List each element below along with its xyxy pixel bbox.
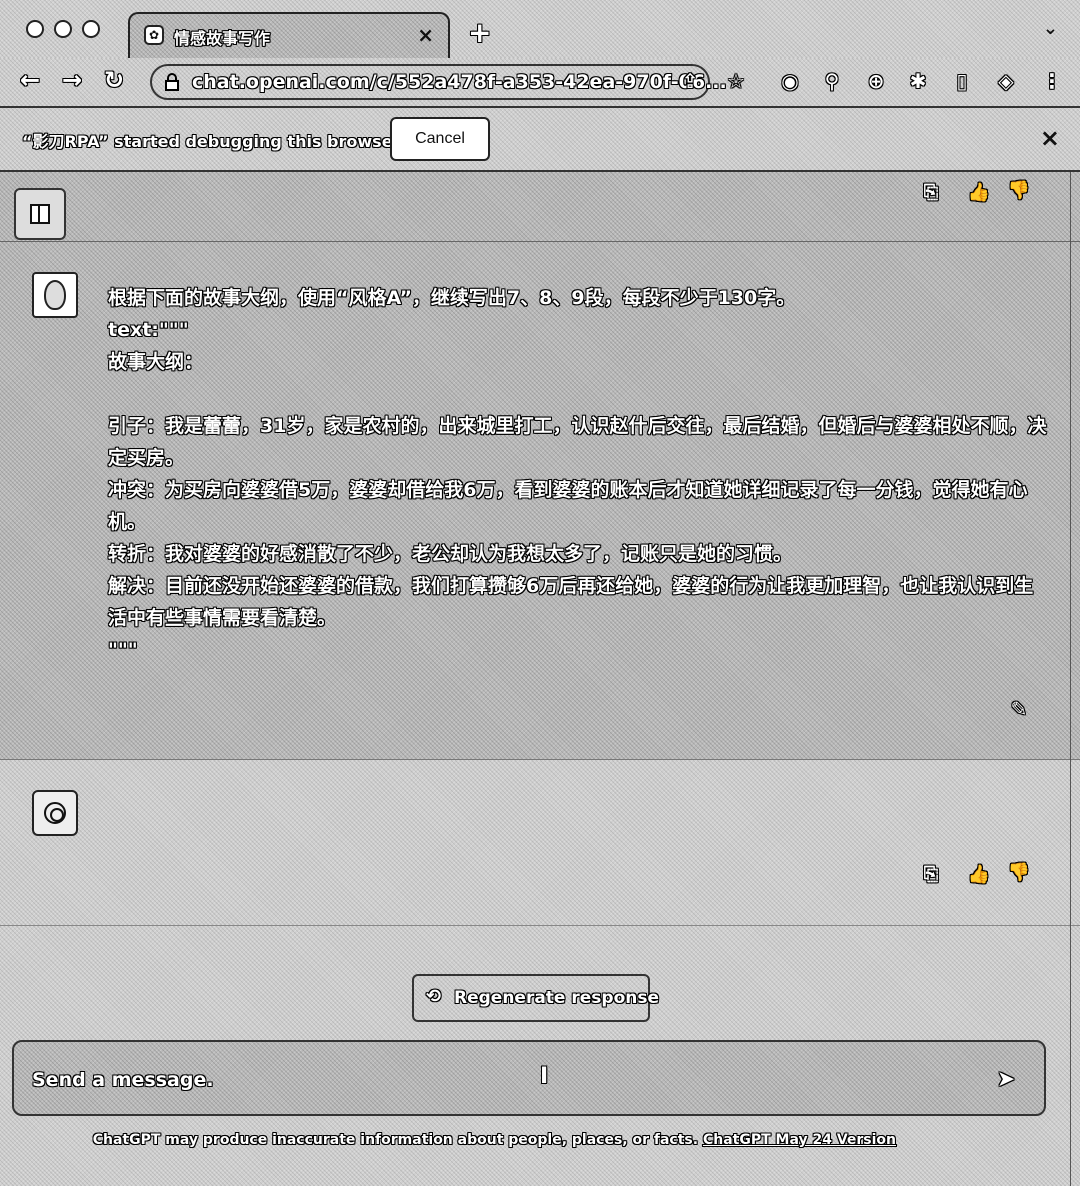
- sidebar-toggle-button[interactable]: [14, 188, 66, 240]
- sidebar-panel-icon: [30, 204, 50, 224]
- assistant-message: ⎘ 👍 👎: [0, 760, 1080, 926]
- user-message-text: 根据下面的故事大纲，使用“风格A”，继续写出7、8、9段，每段不少于130字。 …: [108, 282, 1048, 666]
- message-line: 解决：目前还没开始还婆婆的借款，我们打算攒够6万后再还给她，婆婆的行为让我更加理…: [108, 575, 1034, 629]
- regenerate-response-button[interactable]: ⟲ Regenerate response: [412, 974, 659, 1022]
- composer-area: ⟲ Regenerate response I ➤ ChatGPT may pr…: [0, 926, 1080, 1186]
- side-panel-icon[interactable]: ▯: [948, 67, 976, 95]
- reload-button[interactable]: ↻: [104, 66, 124, 94]
- copy-icon[interactable]: ⎘: [918, 862, 944, 888]
- extension-record-icon[interactable]: ◉: [776, 67, 804, 95]
- forward-button[interactable]: →: [62, 66, 82, 94]
- thumbs-down-icon[interactable]: 👎: [1006, 178, 1032, 204]
- scrollbar[interactable]: [1070, 172, 1080, 1186]
- footer-disclaimer: ChatGPT may produce inaccurate informati…: [0, 1132, 1064, 1148]
- debugging-message: “影刀RPA” started debugging this browser: [22, 132, 401, 151]
- tab-close-icon[interactable]: ×: [417, 23, 434, 47]
- message-input[interactable]: [32, 1062, 972, 1098]
- extensions-puzzle-icon[interactable]: ✱: [904, 67, 932, 95]
- window-minimize-button[interactable]: [54, 20, 72, 38]
- text-cursor-icon: I: [540, 1064, 549, 1089]
- back-button[interactable]: ←: [20, 66, 40, 94]
- url-text: chat.openai.com/c/552a478f-a353-42ea-970…: [192, 71, 727, 93]
- debugging-infobar: “影刀RPA” started debugging this browser C…: [0, 108, 1080, 172]
- thumbs-down-icon[interactable]: 👎: [1006, 860, 1032, 886]
- message-line: text:""": [108, 319, 189, 341]
- extension-pin-icon[interactable]: ⚲: [818, 67, 846, 95]
- window-zoom-button[interactable]: [82, 20, 100, 38]
- bookmark-star-icon[interactable]: ☆: [722, 67, 750, 95]
- regenerate-icon: ⟲: [426, 986, 442, 1007]
- cancel-debugging-button[interactable]: Cancel: [390, 117, 490, 161]
- new-tab-button[interactable]: +: [468, 16, 491, 49]
- browser-toolbar: ← → ↻ chat.openai.com/c/552a478f-a353-42…: [0, 58, 1080, 108]
- user-face-icon: [44, 280, 66, 310]
- message-line: """: [108, 639, 138, 661]
- disclaimer-text: ChatGPT may produce inaccurate informati…: [92, 1132, 703, 1148]
- edit-message-icon[interactable]: ✎: [1006, 696, 1032, 722]
- openai-favicon-icon: ✿: [144, 25, 164, 45]
- message-line: 故事大纲：: [108, 351, 204, 373]
- user-avatar: [32, 272, 78, 318]
- tab-active[interactable]: ✿ 情感故事写作 ×: [128, 12, 450, 58]
- message-line: 转折：我对婆婆的好感消散了不少，老公却认为我想太多了，记账只是她的习惯。: [108, 543, 793, 565]
- browser-tab-strip: ✿ 情感故事写作 × + ⌄: [0, 0, 1080, 58]
- user-message: 根据下面的故事大纲，使用“风格A”，继续写出7、8、9段，每段不少于130字。 …: [0, 242, 1080, 760]
- message-line: 引子：我是蕾蕾，31岁，家是农村的，出来城里打工，认识赵什后交往，最后结婚，但婚…: [108, 415, 1047, 469]
- extension-translate-icon[interactable]: ⊕: [862, 67, 890, 95]
- address-bar[interactable]: chat.openai.com/c/552a478f-a353-42ea-970…: [150, 64, 727, 100]
- thumbs-up-icon[interactable]: 👍: [966, 862, 992, 888]
- message-line: [108, 378, 1048, 410]
- version-link[interactable]: ChatGPT May 24 Version: [703, 1132, 896, 1148]
- send-button[interactable]: ➤: [990, 1064, 1022, 1096]
- window-close-button[interactable]: [26, 20, 44, 38]
- regenerate-label: Regenerate response: [454, 988, 660, 1008]
- tab-title: 情感故事写作: [174, 29, 271, 48]
- copy-icon[interactable]: ⎘: [918, 180, 944, 206]
- chatgpt-logo-icon: [32, 790, 78, 836]
- message-line: 冲突：为买房向婆婆借5万，婆婆却借给我6万，看到婆婆的账本后才知道她详细记录了每…: [108, 479, 1028, 533]
- thumbs-up-icon[interactable]: 👍: [966, 180, 992, 206]
- tab-search-chevron-icon[interactable]: ⌄: [1043, 18, 1058, 39]
- lock-icon: [165, 73, 179, 91]
- profile-avatar-icon[interactable]: ◈: [992, 67, 1020, 95]
- share-icon[interactable]: ⇪: [676, 67, 704, 95]
- message-composer[interactable]: I ➤: [12, 1040, 1046, 1116]
- previous-message-strip: ⎘ 👍 👎: [0, 172, 1080, 242]
- browser-menu-icon[interactable]: ⋮: [1038, 67, 1066, 95]
- infobar-close-icon[interactable]: ×: [1040, 124, 1060, 152]
- message-line: 根据下面的故事大纲，使用“风格A”，继续写出7、8、9段，每段不少于130字。: [108, 287, 796, 309]
